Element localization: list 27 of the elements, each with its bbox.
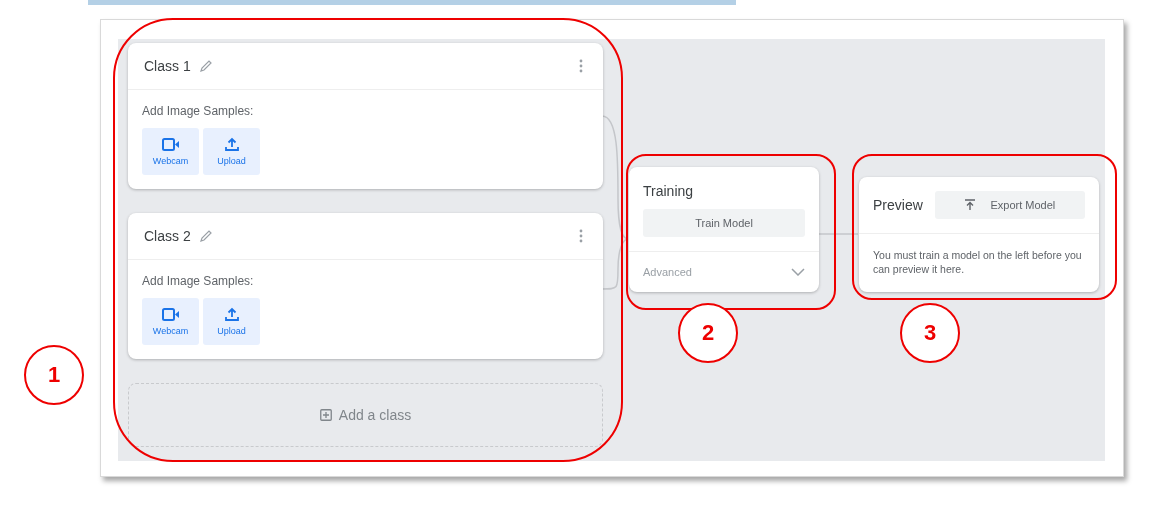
advanced-toggle[interactable]: Advanced bbox=[629, 252, 819, 292]
pencil-icon[interactable] bbox=[198, 59, 213, 73]
export-icon bbox=[964, 199, 977, 211]
class-name: Class 1 bbox=[144, 58, 191, 74]
samples-label: Add Image Samples: bbox=[142, 104, 255, 118]
add-class-button[interactable]: Add a class bbox=[128, 383, 603, 447]
train-model-button[interactable]: Train Model bbox=[643, 209, 805, 237]
upload-button[interactable]: Upload bbox=[203, 298, 260, 345]
webcam-button[interactable]: Webcam bbox=[142, 128, 199, 175]
class-name: Class 2 bbox=[144, 228, 191, 244]
preview-title: Preview bbox=[873, 197, 923, 213]
webcam-button[interactable]: Webcam bbox=[142, 298, 199, 345]
video-camera-icon bbox=[161, 137, 180, 151]
upload-icon bbox=[224, 307, 239, 321]
video-camera-icon bbox=[161, 307, 180, 321]
export-model-button[interactable]: Export Model bbox=[934, 191, 1085, 219]
more-icon[interactable] bbox=[579, 229, 583, 243]
chevron-icon bbox=[791, 268, 805, 276]
upload-button[interactable]: Upload bbox=[203, 128, 260, 175]
pencil-icon[interactable] bbox=[198, 229, 213, 243]
plus-box-icon bbox=[319, 409, 332, 421]
samples-label: Add Image Samples: bbox=[142, 274, 255, 288]
preview-message: You must train a model on the left before you can preview it here. bbox=[872, 248, 1083, 278]
upload-icon bbox=[224, 137, 239, 151]
more-icon[interactable] bbox=[579, 59, 583, 73]
training-title: Training bbox=[643, 183, 695, 199]
callout-number: 1 bbox=[24, 345, 84, 405]
